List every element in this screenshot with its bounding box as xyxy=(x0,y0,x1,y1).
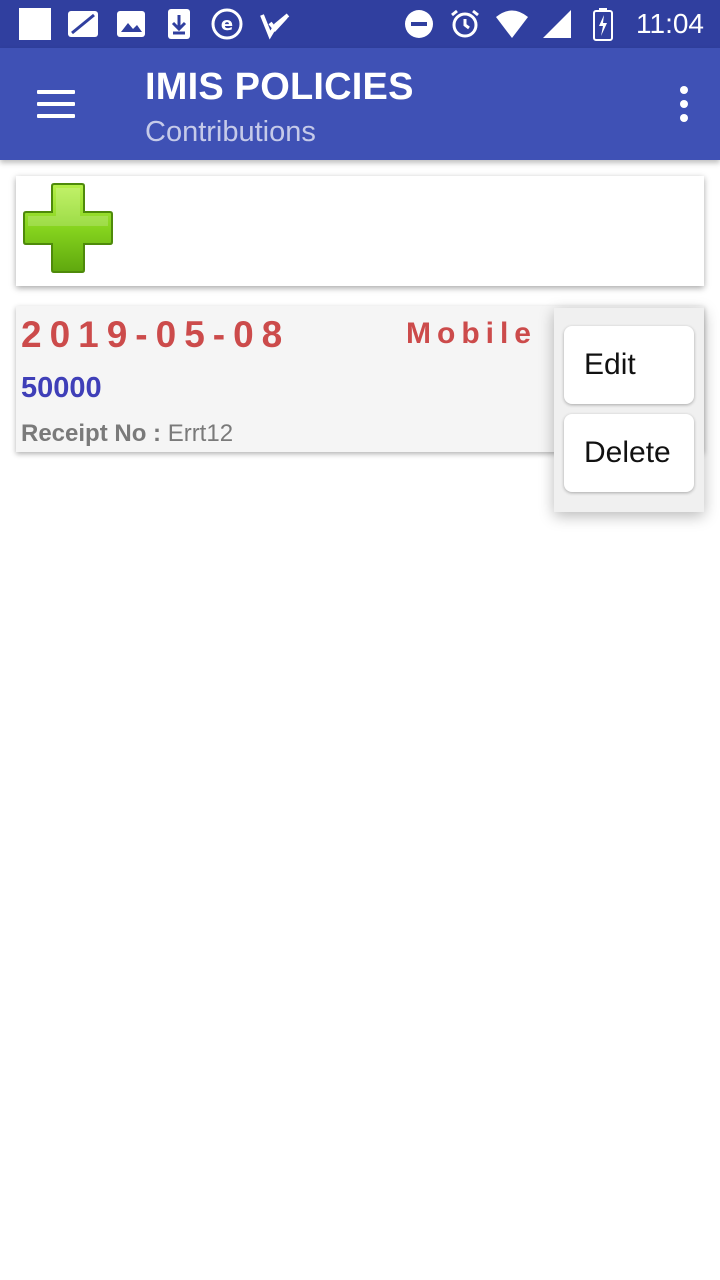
contribution-date: 2019-05-08 xyxy=(21,314,291,355)
contribution-type: Mobile xyxy=(406,317,537,350)
receipt-label: Receipt No : xyxy=(21,420,162,447)
status-icons-right: 11:04 xyxy=(402,0,704,48)
delete-button[interactable]: Delete xyxy=(564,414,694,492)
sim-icon xyxy=(66,7,100,41)
app-toolbar: IMIS POLICIES Contributions xyxy=(0,48,720,160)
add-contribution-card xyxy=(16,176,704,286)
battery-icon xyxy=(586,7,620,41)
dnd-icon xyxy=(402,7,436,41)
e-icon: e xyxy=(210,7,244,41)
more-vert-icon[interactable] xyxy=(670,78,698,130)
download-icon xyxy=(162,7,196,41)
wifi-icon xyxy=(494,7,528,41)
check-icon xyxy=(258,7,292,41)
square-icon xyxy=(18,7,52,41)
status-icons-left: e xyxy=(18,0,292,48)
add-plus-icon[interactable] xyxy=(22,182,114,274)
receipt-row: Receipt No : Errt12 xyxy=(21,420,233,448)
image-icon xyxy=(114,7,148,41)
toolbar-title: IMIS POLICIES xyxy=(145,66,414,108)
signal-icon xyxy=(540,7,574,41)
status-time: 11:04 xyxy=(636,8,704,39)
edit-button[interactable]: Edit xyxy=(564,326,694,404)
receipt-value: Errt12 xyxy=(167,420,234,447)
contribution-amount: 50000 xyxy=(21,372,102,404)
hamburger-menu-icon[interactable] xyxy=(26,76,86,132)
status-bar: e 11:04 xyxy=(0,0,720,48)
svg-text:e: e xyxy=(221,14,233,35)
alarm-icon xyxy=(448,7,482,41)
item-popup-menu: Edit Delete xyxy=(554,308,704,512)
toolbar-subtitle: Contributions xyxy=(145,116,316,148)
